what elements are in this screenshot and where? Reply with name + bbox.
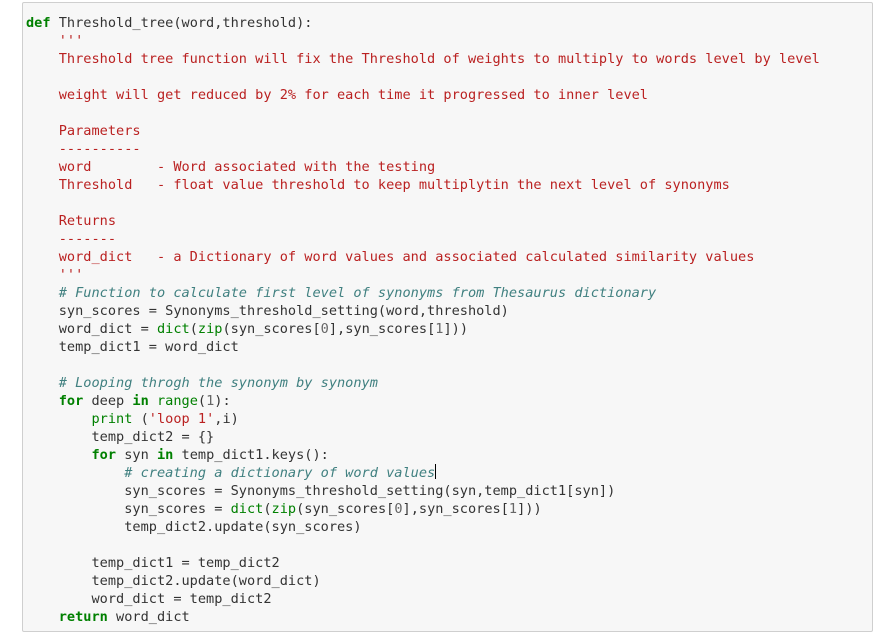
- comment-line: # Function to calculate first level of s…: [26, 285, 657, 301]
- code-line: # creating a dictionary of word values: [26, 464, 820, 482]
- code-text: (: [132, 411, 149, 427]
- code-text: ],syn_scores[: [328, 321, 436, 337]
- code-text: (: [189, 321, 198, 337]
- code-line: temp_dict1 = temp_dict2: [26, 555, 280, 571]
- code-text: (: [263, 501, 272, 517]
- code-text: word_dict =: [26, 321, 157, 337]
- builtin: zip: [271, 501, 297, 517]
- code-line: def Threshold_tree(word,threshold):: [26, 14, 820, 32]
- code-line: ''': [26, 33, 84, 49]
- builtin: range: [156, 393, 198, 409]
- code-line: return word_dict: [26, 608, 820, 626]
- code-line: -------: [26, 231, 117, 247]
- text-cursor: [435, 464, 437, 479]
- code-text: (: [197, 393, 207, 409]
- comment: # creating a dictionary of word values: [26, 465, 436, 481]
- keyword: for: [58, 393, 84, 409]
- code-text: ):: [214, 393, 231, 409]
- code-text: (syn_scores[: [296, 501, 395, 517]
- keyword: return: [58, 609, 108, 625]
- code-line: syn_scores = Synonyms_threshold_setting(…: [26, 303, 509, 319]
- code-line: temp_dict2.update(syn_scores): [26, 519, 362, 535]
- keyword: for: [91, 447, 117, 463]
- number: 1: [508, 501, 518, 517]
- code-text: temp_dict1.keys():: [173, 447, 329, 463]
- code-editor[interactable]: def Threshold_tree(word,threshold): ''' …: [26, 14, 820, 626]
- code-line: temp_dict2.update(word_dict): [26, 573, 321, 589]
- number: 0: [320, 321, 329, 337]
- code-line: word_dict = dict(zip(syn_scores[0],syn_s…: [26, 320, 820, 338]
- code-text: syn_scores =: [26, 501, 231, 517]
- string: 'loop 1': [148, 411, 215, 427]
- builtin: dict: [156, 321, 190, 337]
- code-line: word - Word associated with the testing: [26, 159, 436, 175]
- comment-line: # Looping throgh the synonym by synonym: [26, 375, 378, 391]
- code-text: ])): [517, 501, 542, 517]
- code-text: deep: [83, 393, 133, 409]
- code-line: word_dict = temp_dict2: [26, 591, 272, 607]
- code-line: print ('loop 1',i): [26, 410, 820, 428]
- code-line: Returns: [26, 213, 117, 229]
- number: 0: [394, 501, 403, 517]
- builtin: zip: [197, 321, 223, 337]
- keyword: in: [156, 447, 174, 463]
- code-text: Threshold_tree(word,threshold):: [50, 15, 313, 31]
- code-line: word_dict - a Dictionary of word values …: [26, 249, 755, 265]
- keyword: in: [132, 393, 149, 409]
- keyword: def: [26, 15, 51, 31]
- code-line: weight will get reduced by 2% for each t…: [26, 87, 648, 103]
- code-line: ''': [26, 267, 84, 283]
- code-line: syn_scores = dict(zip(syn_scores[0],syn_…: [26, 500, 820, 518]
- code-line: Threshold tree function will fix the Thr…: [26, 51, 820, 67]
- code-text: ])): [443, 321, 469, 337]
- code-text: word_dict: [107, 609, 190, 625]
- code-text: syn: [116, 447, 157, 463]
- code-line: ----------: [26, 141, 141, 157]
- code-line: for syn in temp_dict1.keys():: [26, 446, 820, 464]
- code-line: temp_dict2 = {}: [26, 429, 215, 445]
- code-text: ,i): [214, 411, 239, 427]
- code-text: (syn_scores[: [222, 321, 321, 337]
- code-line: syn_scores = Synonyms_threshold_setting(…: [26, 483, 616, 499]
- code-line: Parameters: [26, 123, 141, 139]
- code-line: for deep in range(1):: [26, 392, 820, 410]
- code-line: Threshold - float value threshold to kee…: [26, 177, 730, 193]
- builtin: print: [91, 411, 133, 427]
- builtin: dict: [230, 501, 264, 517]
- code-line: temp_dict1 = word_dict: [26, 339, 239, 355]
- code-text: ],syn_scores[: [402, 501, 509, 517]
